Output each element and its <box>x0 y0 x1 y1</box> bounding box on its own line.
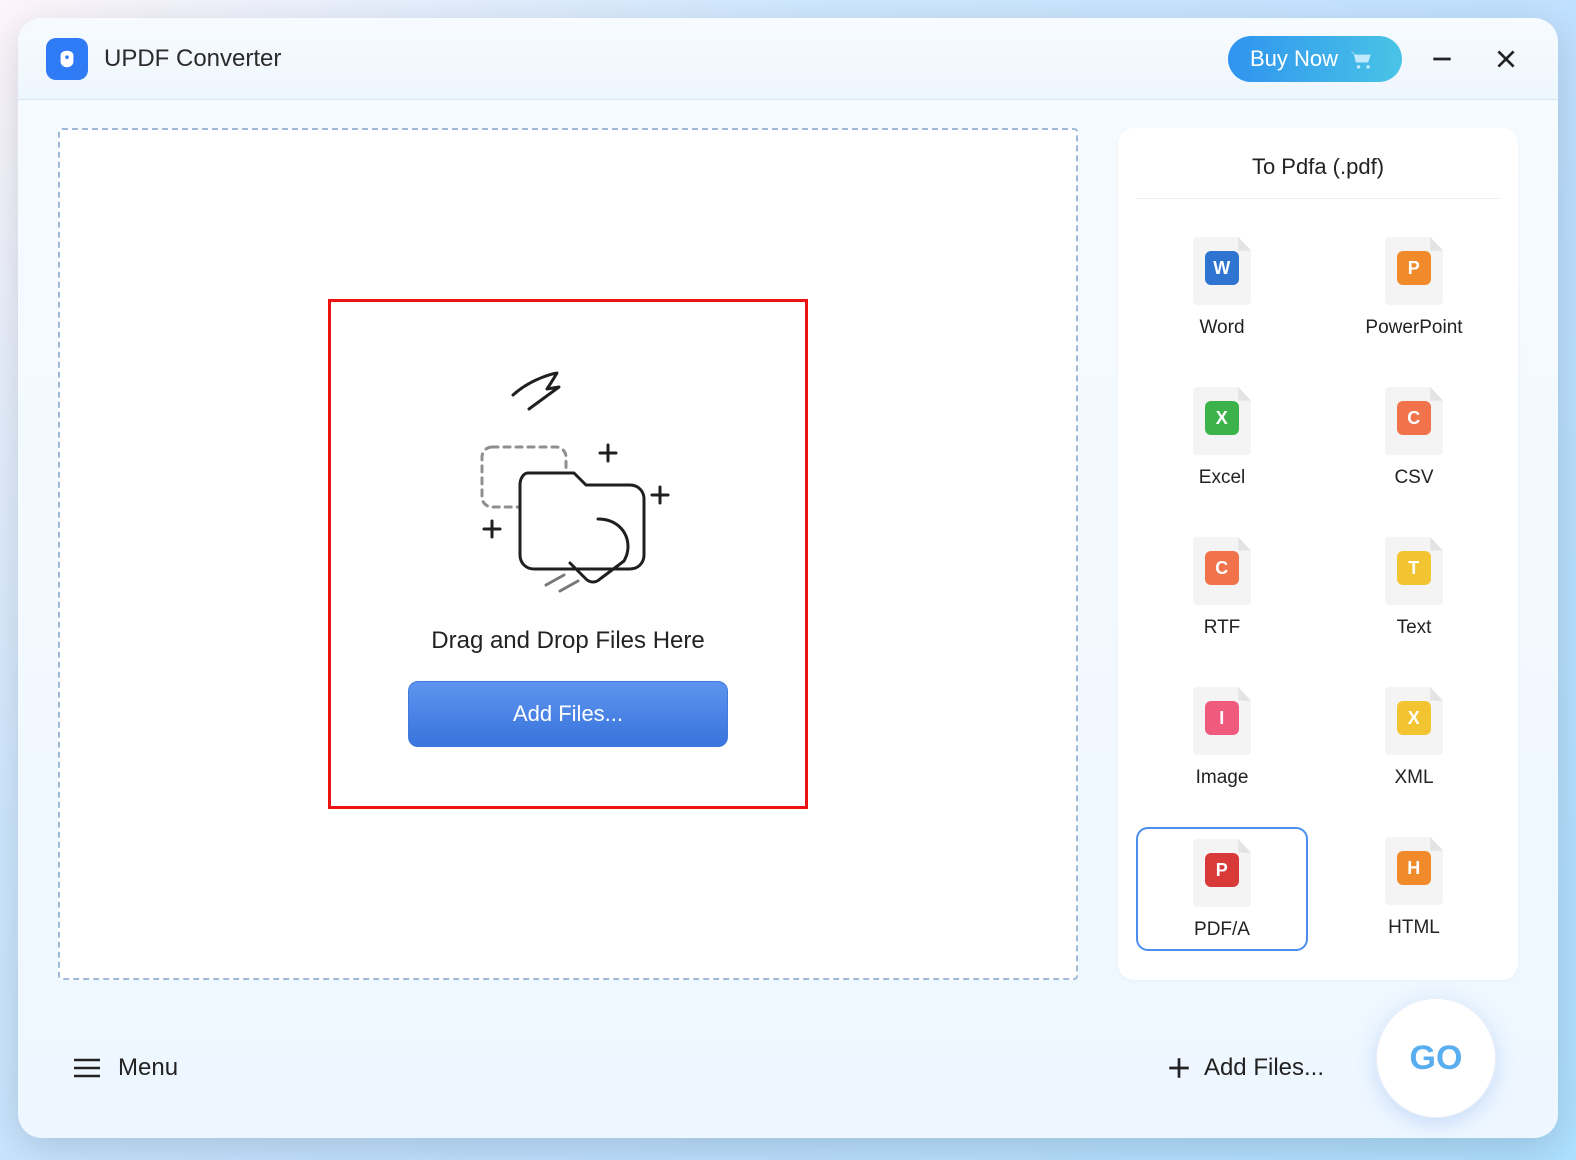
drop-zone[interactable]: Drag and Drop Files Here Add Files... <box>58 128 1078 980</box>
file-icon: C <box>1385 387 1443 455</box>
titlebar: UPDF Converter Buy Now <box>18 18 1558 100</box>
file-icon: T <box>1385 537 1443 605</box>
file-icon: H <box>1385 837 1443 905</box>
format-option-xml[interactable]: X XML <box>1328 677 1500 797</box>
file-icon: W <box>1193 237 1251 305</box>
format-option-word[interactable]: W Word <box>1136 227 1308 347</box>
menu-label: Menu <box>118 1054 178 1082</box>
app-window: UPDF Converter Buy Now <box>18 18 1558 1138</box>
format-panel: To Pdfa (.pdf) W Word P PowerPoint X Excel C CS… <box>1118 128 1518 980</box>
close-button[interactable] <box>1482 35 1530 83</box>
format-label: XML <box>1394 767 1433 789</box>
menu-button[interactable]: Menu <box>72 1054 178 1082</box>
file-icon: P <box>1193 839 1251 907</box>
format-label: CSV <box>1394 467 1433 489</box>
format-label: Image <box>1196 767 1249 789</box>
footer-add-files-button[interactable]: Add Files... <box>1166 1054 1324 1082</box>
format-option-powerpoint[interactable]: P PowerPoint <box>1328 227 1500 347</box>
file-icon: X <box>1385 687 1443 755</box>
buy-now-label: Buy Now <box>1250 46 1338 72</box>
format-option-html[interactable]: H HTML <box>1328 827 1500 951</box>
format-grid: W Word P PowerPoint X Excel C CSV C RTF T Text I Imag… <box>1136 199 1500 951</box>
add-files-button[interactable]: Add Files... <box>408 681 728 747</box>
format-label: HTML <box>1388 917 1440 939</box>
plus-icon <box>1166 1055 1192 1081</box>
file-icon: C <box>1193 537 1251 605</box>
format-option-text[interactable]: T Text <box>1328 527 1500 647</box>
format-option-pdf-a[interactable]: P PDF/A <box>1136 827 1308 951</box>
content-area: Drag and Drop Files Here Add Files... To… <box>18 100 1558 980</box>
format-label: Text <box>1397 617 1432 639</box>
file-icon: P <box>1385 237 1443 305</box>
format-panel-title: To Pdfa (.pdf) <box>1136 148 1500 199</box>
minimize-button[interactable] <box>1418 35 1466 83</box>
minimize-icon <box>1429 46 1455 72</box>
format-label: PDF/A <box>1194 919 1250 941</box>
buy-now-button[interactable]: Buy Now <box>1228 36 1402 82</box>
format-option-rtf[interactable]: C RTF <box>1136 527 1308 647</box>
file-icon: I <box>1193 687 1251 755</box>
drop-hint-text: Drag and Drop Files Here <box>431 627 704 655</box>
file-icon: X <box>1193 387 1251 455</box>
format-label: RTF <box>1204 617 1241 639</box>
format-option-image[interactable]: I Image <box>1136 677 1308 797</box>
highlight-box: Drag and Drop Files Here Add Files... <box>328 299 808 809</box>
format-label: Word <box>1199 317 1244 339</box>
app-logo-icon <box>56 48 78 70</box>
drop-folder-icon <box>438 361 698 601</box>
format-label: PowerPoint <box>1365 317 1462 339</box>
format-option-excel[interactable]: X Excel <box>1136 377 1308 497</box>
app-logo <box>46 38 88 80</box>
format-option-csv[interactable]: C CSV <box>1328 377 1500 497</box>
hamburger-icon <box>72 1056 102 1080</box>
cart-icon <box>1348 48 1376 70</box>
footer: Menu Add Files... GO <box>18 998 1558 1138</box>
footer-add-files-label: Add Files... <box>1204 1054 1324 1082</box>
app-title: UPDF Converter <box>104 45 281 73</box>
format-label: Excel <box>1199 467 1245 489</box>
go-button[interactable]: GO <box>1376 998 1496 1118</box>
close-icon <box>1493 46 1519 72</box>
